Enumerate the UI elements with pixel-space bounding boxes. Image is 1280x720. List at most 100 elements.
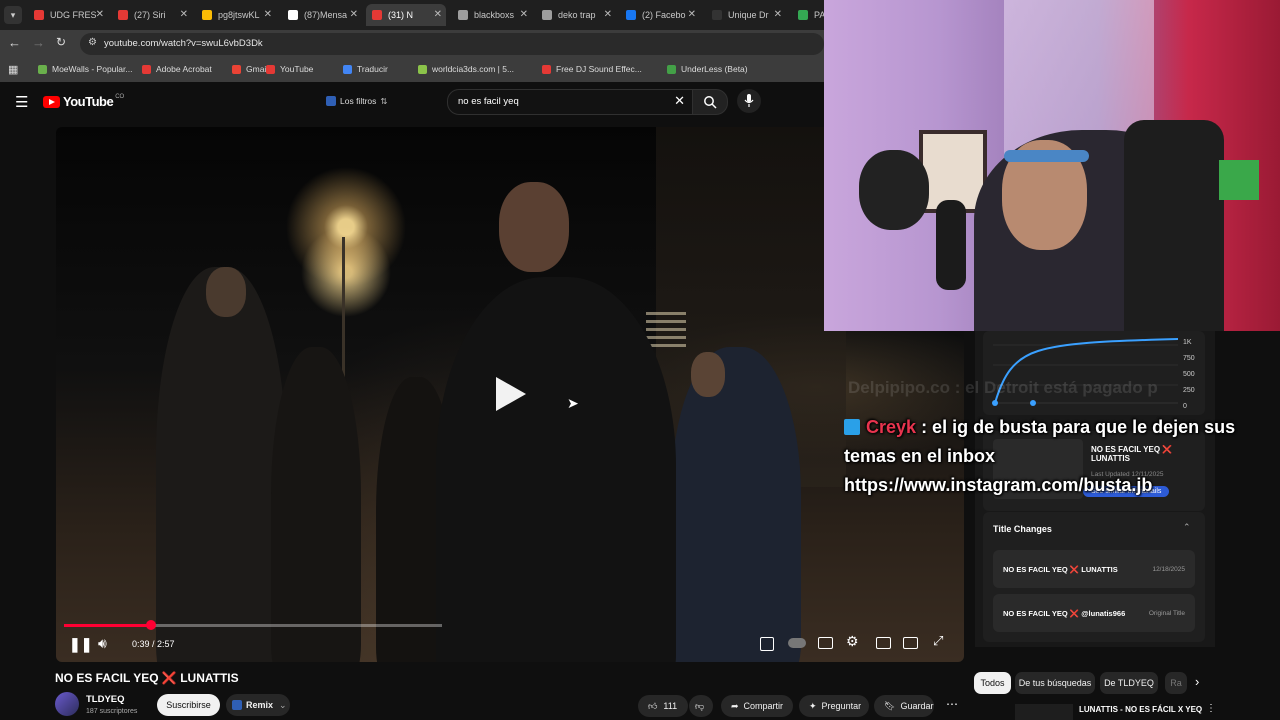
search-box[interactable]: no es facil yeq ✕ — [447, 89, 694, 115]
search-button[interactable] — [692, 89, 728, 115]
forward-icon[interactable]: → — [32, 35, 45, 50]
menu-icon[interactable]: ☰ — [15, 93, 28, 111]
share-icon: ➦ — [731, 700, 739, 711]
subscriber-count: 187 suscriptores — [86, 708, 138, 715]
extension-icon[interactable] — [760, 637, 774, 651]
tab-favicon-icon — [34, 10, 44, 20]
address-bar[interactable]: ⚙ youtube.com/watch?v=swuL6vbD3Dk — [80, 33, 824, 55]
video-title: NO ES FACIL YEQ ❌ LUNATTIS — [55, 671, 239, 685]
reload-icon[interactable]: ↻ — [56, 35, 66, 49]
more-actions-icon[interactable]: ⋯ — [946, 697, 958, 711]
close-tab-icon[interactable]: ✕ — [774, 9, 782, 20]
streamer-headband — [1004, 150, 1089, 162]
channel-name[interactable]: TLDYEQ — [86, 694, 125, 705]
bookmark-item[interactable]: UnderLess (Beta) — [667, 64, 748, 74]
play-overlay-icon[interactable] — [496, 377, 526, 411]
bookmark-item[interactable]: MoeWalls - Popular... — [38, 64, 132, 74]
close-tab-icon[interactable]: ✕ — [96, 9, 104, 20]
fullscreen-icon[interactable]: ⤢ — [933, 633, 943, 649]
filter-chip[interactable]: Ra — [1165, 672, 1187, 694]
site-info-icon[interactable]: ⚙ — [88, 37, 97, 48]
tab-favicon-icon — [712, 10, 722, 20]
subtitles-icon[interactable] — [818, 637, 833, 649]
creeper-toy — [1219, 160, 1259, 200]
change-title: NO ES FACIL YEQ ❌ LUNATTIS — [1003, 565, 1118, 574]
search-input[interactable]: no es facil yeq — [458, 96, 519, 107]
dislike-button[interactable]: 👎︎ — [689, 695, 713, 717]
bookmark-label: UnderLess (Beta) — [681, 64, 748, 74]
browser-tab[interactable]: PA — [792, 4, 824, 26]
filter-chip[interactable]: Todos — [974, 672, 1011, 694]
browser-tab[interactable]: deko trap ✕ — [536, 4, 616, 26]
close-tab-icon[interactable]: ✕ — [434, 9, 442, 20]
clear-search-icon[interactable]: ✕ — [674, 93, 685, 109]
chevron-right-icon[interactable]: › — [1195, 674, 1199, 689]
region-code: CO — [115, 93, 125, 100]
bookmark-item[interactable]: worldcia3ds.com | 5... — [418, 64, 514, 74]
bookmark-item[interactable]: Traducir — [343, 64, 388, 74]
back-icon[interactable]: ← — [8, 35, 21, 50]
person-silhouette — [156, 267, 286, 662]
pause-icon[interactable]: ❚❚ — [69, 636, 92, 653]
tab-favicon-icon — [798, 10, 808, 20]
save-button[interactable]: 🔖︎ Guardar — [874, 695, 934, 717]
settings-icon[interactable]: ⚙ — [846, 633, 859, 650]
tab-favicon-icon — [458, 10, 468, 20]
close-tab-icon[interactable]: ✕ — [520, 9, 528, 20]
browser-tab[interactable]: pg8jtswKL ✕ — [196, 4, 276, 26]
close-tab-icon[interactable]: ✕ — [688, 9, 696, 20]
related-thumbnail[interactable] — [1015, 704, 1073, 720]
close-tab-icon[interactable]: ✕ — [350, 9, 358, 20]
chart-point — [992, 400, 998, 406]
filter-chip[interactable]: De tus búsquedas — [1015, 672, 1095, 694]
miniplayer-icon[interactable] — [876, 637, 891, 649]
subscribe-button[interactable]: Suscribirse — [157, 694, 220, 716]
browser-tab[interactable]: (31) N ✕ — [366, 4, 446, 26]
voice-search-button[interactable] — [737, 89, 761, 113]
browser-tab[interactable]: blackboxs ✕ — [452, 4, 532, 26]
tab-list-dropdown[interactable]: ▾ — [4, 6, 22, 24]
related-title[interactable]: LUNATTIS - NO ES FÁCIL X YEQ — [1079, 705, 1202, 714]
cast-icon[interactable] — [903, 637, 918, 649]
bookmark-item[interactable]: YouTube — [266, 64, 313, 74]
bookmark-label: Adobe Acrobat — [156, 64, 212, 74]
chevron-up-icon[interactable]: ⌃ — [1183, 522, 1191, 533]
filter-chip[interactable]: De TLDYEQ — [1100, 672, 1158, 694]
tab-favicon-icon — [202, 10, 212, 20]
close-tab-icon[interactable]: ✕ — [180, 9, 188, 20]
share-label: Compartir — [743, 701, 784, 711]
close-tab-icon[interactable]: ✕ — [264, 9, 272, 20]
remix-label: Remix — [246, 700, 274, 710]
autoplay-toggle[interactable] — [788, 638, 806, 648]
filters-button[interactable]: Los filtros ⇅ — [326, 92, 388, 110]
bookmark-favicon-icon — [38, 64, 47, 74]
chat-text-line1: : el ig de busta para que le dejen sus — [921, 417, 1236, 437]
ask-label: Preguntar — [821, 701, 862, 711]
bookmark-item[interactable]: Free DJ Sound Effec... — [542, 64, 642, 74]
bookmark-item[interactable]: Gmail — [232, 64, 268, 74]
browser-tab[interactable]: (87)Mensa ✕ — [282, 4, 362, 26]
share-button[interactable]: ➦ Compartir — [721, 695, 793, 717]
browser-tab[interactable]: Unique Dr ✕ — [706, 4, 786, 26]
chat-text-line2: temas en el inbox — [844, 446, 996, 466]
more-vert-icon[interactable]: ⋮ — [1206, 703, 1216, 714]
sliders-icon: ⇅ — [380, 95, 388, 106]
bookmark-label: Gmail — [246, 64, 269, 74]
remix-button[interactable]: Remix ⌄ — [226, 694, 290, 716]
bookmark-item[interactable]: Adobe Acrobat — [142, 64, 212, 74]
title-changes-card: Title Changes ⌃ NO ES FACIL YEQ ❌ LUNATT… — [983, 512, 1205, 642]
apps-icon[interactable]: ▦ — [8, 63, 18, 76]
progress-scrubber[interactable] — [146, 620, 156, 630]
browser-tab[interactable]: (2) Facebo ✕ — [620, 4, 700, 26]
close-tab-icon[interactable]: ✕ — [604, 9, 612, 20]
tab-favicon-icon — [372, 10, 382, 20]
ask-button[interactable]: ✦ Preguntar — [799, 695, 869, 717]
browser-tab[interactable]: (27) Siri ✕ — [112, 4, 192, 26]
browser-tab[interactable]: UDG FRES ✕ — [28, 4, 108, 26]
change-meta: 12/18/2025 — [1152, 566, 1185, 573]
channel-avatar[interactable] — [55, 692, 79, 716]
like-button[interactable]: 👍︎ 111 — [638, 695, 688, 717]
youtube-logo-text: YouTube — [63, 94, 114, 109]
volume-icon[interactable]: 🔊︎ — [98, 635, 107, 652]
youtube-logo[interactable]: YouTube CO — [43, 94, 124, 109]
